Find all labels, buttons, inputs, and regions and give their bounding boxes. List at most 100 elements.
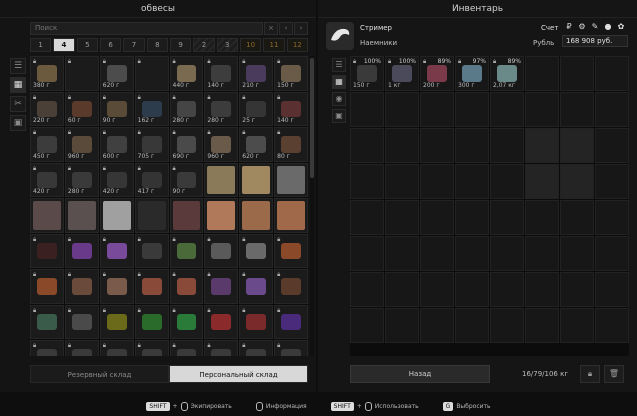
stash-item-slot[interactable]: 🔒︎ — [239, 304, 274, 339]
stash-item-slot[interactable]: 🔒︎ 420 г — [30, 162, 64, 197]
dollar-icon[interactable]: ✎ — [590, 22, 600, 32]
page-tab-8[interactable]: 8 — [146, 38, 168, 52]
euro-icon[interactable]: ⚙ — [577, 22, 587, 32]
sell-slot[interactable] — [420, 236, 454, 271]
stash-item-slot[interactable]: 🔒︎ — [169, 233, 204, 268]
stash-item-slot[interactable] — [204, 162, 239, 197]
sell-slot[interactable] — [455, 164, 489, 199]
stash-item-slot[interactable]: 🔒︎ 220 г — [30, 91, 64, 126]
stash-item-slot[interactable]: 🔒︎ — [99, 340, 134, 356]
sell-slot[interactable] — [385, 272, 419, 307]
sell-slot[interactable] — [420, 92, 454, 127]
stash-item-slot[interactable]: 🔒︎ 80 г — [274, 127, 308, 162]
page-tab-5[interactable]: 5 — [76, 38, 98, 52]
sell-slot[interactable] — [525, 308, 559, 343]
sell-slot[interactable] — [525, 56, 559, 91]
stash-item-slot[interactable]: 🔒︎ 210 г — [239, 56, 274, 91]
stash-item-slot[interactable]: 🔒︎ — [204, 304, 239, 339]
sell-slot[interactable]: 🔒︎ 100% 1 кг — [385, 56, 419, 91]
stash-item-slot[interactable]: 🔒︎ — [99, 269, 134, 304]
page-tab-4[interactable]: 4 — [53, 38, 75, 52]
sell-slot[interactable] — [385, 236, 419, 271]
stash-item-slot[interactable]: 🔒︎ 600 г — [99, 127, 134, 162]
stash-item-slot[interactable]: 🔒︎ — [204, 233, 239, 268]
sell-slot[interactable] — [560, 92, 594, 127]
scroll-thumb[interactable] — [310, 58, 314, 178]
sell-slot[interactable]: 🔒︎ 89% 2,07 кг — [490, 56, 524, 91]
sell-slot[interactable] — [455, 272, 489, 307]
sell-slot[interactable] — [525, 92, 559, 127]
stash-item-slot[interactable]: 🔒︎ — [30, 269, 64, 304]
stash-item-slot[interactable]: 🔒︎ — [64, 233, 99, 268]
stash-item-slot[interactable]: 🔒︎ — [64, 269, 99, 304]
stash-item-slot[interactable]: 🔒︎ 140 г — [274, 91, 308, 126]
stash-item-slot[interactable]: 🔒︎ 420 г — [99, 162, 134, 197]
list-icon[interactable]: ☰ — [10, 58, 26, 74]
stash-item-slot[interactable]: 🔒︎ — [99, 233, 134, 268]
sell-slot[interactable] — [525, 236, 559, 271]
sell-slot[interactable] — [560, 308, 594, 343]
sell-slot[interactable] — [385, 200, 419, 235]
stash-item-slot[interactable]: 🔒︎ — [134, 233, 169, 268]
stash-item-slot[interactable]: 🔒︎ — [169, 340, 204, 356]
clear-search-icon[interactable]: × — [264, 22, 278, 35]
stash-item-slot[interactable]: 🔒︎ — [274, 340, 308, 356]
sell-slot[interactable] — [595, 56, 629, 91]
stash-item-slot[interactable] — [239, 198, 274, 233]
sell-slot[interactable] — [350, 128, 384, 163]
sell-slot[interactable] — [350, 164, 384, 199]
sell-slot[interactable] — [490, 236, 524, 271]
sell-slot[interactable] — [455, 200, 489, 235]
page-tab-6[interactable]: 6 — [99, 38, 122, 52]
sell-slot[interactable] — [525, 272, 559, 307]
tab-personal-storage[interactable]: Персональный склад — [169, 365, 308, 383]
stash-item-slot[interactable]: 🔒︎ — [30, 340, 64, 356]
sell-slot[interactable] — [385, 308, 419, 343]
stash-item-slot[interactable]: 🔒︎ 150 г — [274, 56, 308, 91]
box-icon[interactable]: ▣ — [332, 109, 346, 123]
stash-scrollbar[interactable] — [310, 56, 314, 356]
stash-item-slot[interactable] — [99, 198, 134, 233]
sell-slot[interactable] — [350, 92, 384, 127]
stash-item-slot[interactable]: 🔒︎ 90 г — [99, 91, 134, 126]
page-tab-2[interactable]: 2 — [193, 38, 215, 52]
sell-slot[interactable] — [595, 200, 629, 235]
page-tab-7[interactable]: 7 — [123, 38, 145, 52]
stash-item-slot[interactable]: 🔒︎ — [239, 340, 274, 356]
stash-item-slot[interactable]: 🔒︎ 60 г — [64, 91, 99, 126]
sell-slot[interactable] — [560, 56, 594, 91]
stash-item-slot[interactable]: 🔒︎ 417 г — [134, 162, 169, 197]
grid-icon[interactable]: ▦ — [332, 75, 346, 89]
list-icon[interactable]: ☰ — [332, 58, 346, 72]
stash-item-slot[interactable] — [64, 198, 99, 233]
stash-item-slot[interactable]: 🔒︎ — [64, 56, 99, 91]
stash-item-slot[interactable]: 🔒︎ 25 г — [239, 91, 274, 126]
stash-item-slot[interactable]: 🔒︎ 280 г — [169, 91, 204, 126]
sell-slot[interactable] — [595, 308, 629, 343]
sell-slot[interactable] — [350, 272, 384, 307]
sell-slot[interactable] — [560, 272, 594, 307]
grid-icon[interactable]: ▦ — [10, 77, 26, 93]
trash-icon[interactable]: 🗑︎ — [604, 365, 624, 383]
stash-item-slot[interactable] — [239, 162, 274, 197]
sell-slot[interactable] — [350, 236, 384, 271]
stash-item-slot[interactable]: 🔒︎ 960 г — [204, 127, 239, 162]
stash-item-slot[interactable] — [134, 198, 169, 233]
sell-slot[interactable] — [420, 308, 454, 343]
page-tab-10[interactable]: 10 — [239, 38, 262, 52]
sell-slot[interactable]: 🔒︎ 97% 300 г — [455, 56, 489, 91]
sell-slot[interactable] — [560, 128, 594, 163]
sell-slot[interactable] — [595, 92, 629, 127]
sell-slot[interactable] — [595, 272, 629, 307]
sell-slot[interactable] — [350, 308, 384, 343]
sell-slot[interactable] — [420, 128, 454, 163]
stash-item-slot[interactable]: 🔒︎ — [204, 269, 239, 304]
sell-slot[interactable] — [560, 200, 594, 235]
sell-slot[interactable]: 🔒︎ 100% 150 г — [350, 56, 384, 91]
sell-slot[interactable] — [455, 92, 489, 127]
stash-item-slot[interactable]: 🔒︎ 280 г — [204, 91, 239, 126]
prev-result-icon[interactable]: ‹ — [279, 22, 293, 35]
sell-slot[interactable] — [595, 236, 629, 271]
stash-item-slot[interactable]: 🔒︎ 450 г — [30, 127, 64, 162]
stash-item-slot[interactable]: 🔒︎ — [204, 340, 239, 356]
